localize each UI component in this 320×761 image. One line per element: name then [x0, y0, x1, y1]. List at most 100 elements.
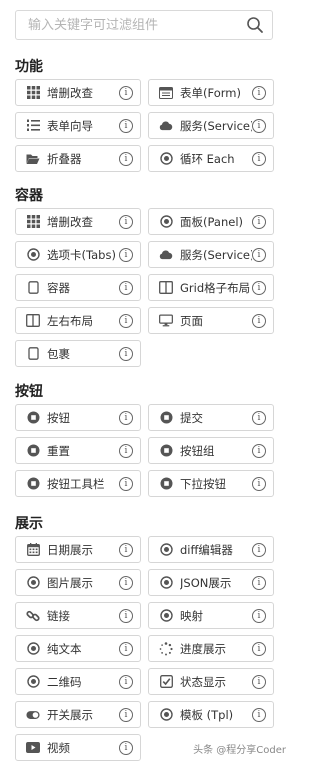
info-icon[interactable]: i	[252, 280, 266, 295]
info-icon[interactable]: i	[119, 247, 133, 262]
link-icon	[26, 609, 40, 623]
component-item-label: 纯文本	[47, 641, 82, 656]
stop-circle-icon	[159, 411, 173, 425]
cloud-icon	[159, 248, 173, 262]
component-item[interactable]: 增删改查 i	[15, 79, 141, 106]
info-icon[interactable]: i	[252, 313, 266, 328]
info-icon[interactable]: i	[119, 476, 133, 491]
info-icon[interactable]: i	[119, 280, 133, 295]
section-title-anniu: 按钮	[15, 384, 43, 400]
info-icon[interactable]: i	[119, 707, 133, 722]
check-square-icon	[159, 675, 173, 689]
component-item-label: Grid格子布局	[180, 280, 251, 295]
component-item[interactable]: 提交 i	[148, 404, 274, 431]
component-item-label: 包裹	[47, 346, 70, 361]
section-title-gongneng: 功能	[15, 59, 43, 75]
component-item[interactable]: 按钮工具栏 i	[15, 470, 141, 497]
video-icon	[26, 741, 40, 755]
info-icon[interactable]: i	[119, 740, 133, 755]
component-item[interactable]: 包裹 i	[15, 340, 141, 367]
component-item-label: 页面	[180, 313, 203, 328]
info-icon[interactable]: i	[119, 410, 133, 425]
component-item[interactable]: 循环 Each i	[148, 145, 274, 172]
info-icon[interactable]: i	[252, 85, 266, 100]
component-item[interactable]: Grid格子布局 i	[148, 274, 274, 301]
component-item[interactable]: 重置 i	[15, 437, 141, 464]
component-item[interactable]: 选项卡(Tabs) i	[15, 241, 141, 268]
info-icon[interactable]: i	[119, 346, 133, 361]
info-icon[interactable]: i	[119, 85, 133, 100]
info-icon[interactable]: i	[119, 542, 133, 557]
info-icon[interactable]: i	[252, 674, 266, 689]
component-item-label: 表单(Form)	[180, 85, 241, 100]
stop-circle-icon	[26, 411, 40, 425]
info-icon[interactable]: i	[119, 118, 133, 133]
info-icon[interactable]: i	[119, 575, 133, 590]
component-item[interactable]: 服务(Service) i	[148, 112, 274, 139]
component-item[interactable]: 状态显示 i	[148, 668, 274, 695]
search-input[interactable]	[16, 11, 238, 39]
component-item-label: 进度展示	[180, 641, 226, 656]
search-box	[15, 10, 273, 40]
component-item[interactable]: 页面 i	[148, 307, 274, 334]
component-item-label: 开关展示	[47, 707, 93, 722]
component-item[interactable]: 表单(Form) i	[148, 79, 274, 106]
info-icon[interactable]: i	[119, 443, 133, 458]
info-icon[interactable]: i	[252, 641, 266, 656]
component-item[interactable]: 增删改查 i	[15, 208, 141, 235]
info-icon[interactable]: i	[119, 151, 133, 166]
component-item[interactable]: 二维码 i	[15, 668, 141, 695]
component-item[interactable]: 服务(Service) i	[148, 241, 274, 268]
spinner-icon	[159, 641, 173, 656]
info-icon[interactable]: i	[252, 118, 266, 133]
info-icon[interactable]: i	[119, 214, 133, 229]
component-item[interactable]: 日期展示 i	[15, 536, 141, 563]
component-item-label: 下拉按钮	[180, 476, 226, 491]
component-item[interactable]: 表单向导 i	[15, 112, 141, 139]
component-item[interactable]: 面板(Panel) i	[148, 208, 274, 235]
component-item-label: 折叠器	[47, 151, 82, 166]
grid-icon	[26, 215, 40, 229]
component-item[interactable]: 链接 i	[15, 602, 141, 629]
component-item[interactable]: 纯文本 i	[15, 635, 141, 662]
info-icon[interactable]: i	[119, 608, 133, 623]
search-icon[interactable]	[246, 16, 264, 34]
square-icon	[26, 347, 40, 361]
info-icon[interactable]: i	[119, 674, 133, 689]
component-item[interactable]: 按钮 i	[15, 404, 141, 431]
component-item[interactable]: JSON展示 i	[148, 569, 274, 596]
info-icon[interactable]: i	[252, 443, 266, 458]
info-icon[interactable]: i	[252, 247, 266, 262]
info-icon[interactable]: i	[252, 542, 266, 557]
component-item[interactable]: 下拉按钮 i	[148, 470, 274, 497]
component-item-label: 循环 Each	[180, 151, 235, 166]
component-item[interactable]: 映射 i	[148, 602, 274, 629]
info-icon[interactable]: i	[119, 313, 133, 328]
component-item-label: 面板(Panel)	[180, 214, 243, 229]
component-item[interactable]: 进度展示 i	[148, 635, 274, 662]
component-item[interactable]: diff编辑器 i	[148, 536, 274, 563]
info-icon[interactable]: i	[252, 575, 266, 590]
info-icon[interactable]: i	[252, 476, 266, 491]
dot-circle-icon	[159, 152, 173, 166]
component-item-label: 映射	[180, 608, 203, 623]
component-item[interactable]: 模板 (Tpl) i	[148, 701, 274, 728]
component-item[interactable]: 开关展示 i	[15, 701, 141, 728]
component-item-label: 容器	[47, 280, 70, 295]
component-item[interactable]: 容器 i	[15, 274, 141, 301]
component-item[interactable]: 图片展示 i	[15, 569, 141, 596]
component-item[interactable]: 左右布局 i	[15, 307, 141, 334]
info-icon[interactable]: i	[252, 151, 266, 166]
component-item-label: 状态显示	[180, 674, 226, 689]
info-icon[interactable]: i	[252, 707, 266, 722]
component-item-label: 表单向导	[47, 118, 93, 133]
component-item[interactable]: 折叠器 i	[15, 145, 141, 172]
component-item-label: 按钮组	[180, 443, 215, 458]
component-item[interactable]: 视频 i	[15, 734, 141, 761]
info-icon[interactable]: i	[252, 214, 266, 229]
component-item[interactable]: 按钮组 i	[148, 437, 274, 464]
info-icon[interactable]: i	[119, 641, 133, 656]
info-icon[interactable]: i	[252, 410, 266, 425]
info-icon[interactable]: i	[252, 608, 266, 623]
component-item-label: 图片展示	[47, 575, 93, 590]
